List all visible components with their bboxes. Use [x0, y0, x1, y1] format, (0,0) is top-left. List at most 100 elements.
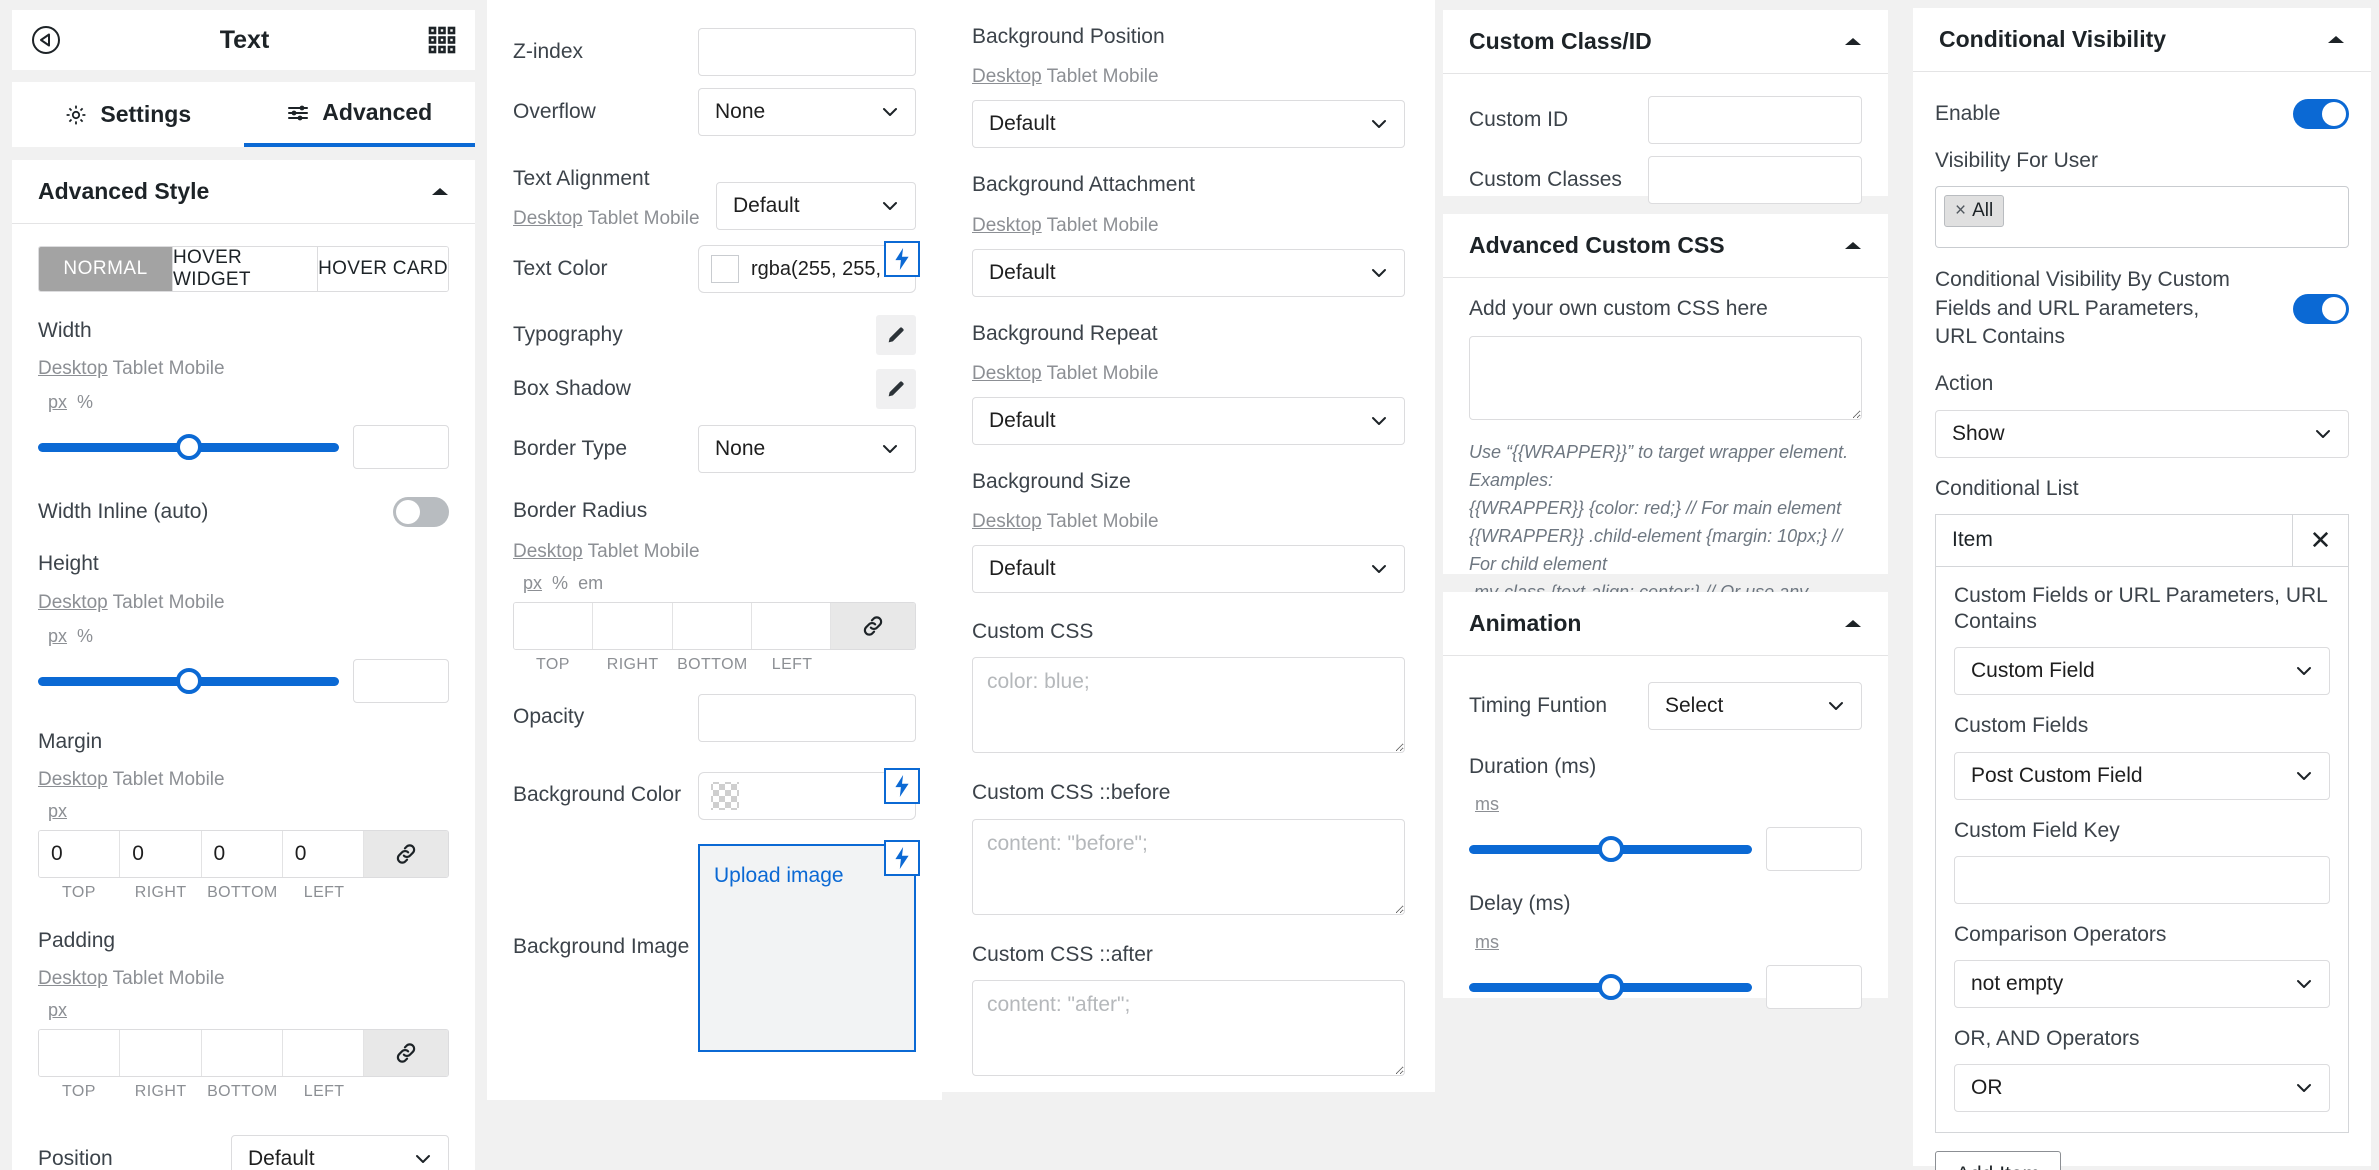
- device-desktop[interactable]: Desktop: [513, 208, 583, 229]
- advanced-style-header[interactable]: Advanced Style: [12, 160, 475, 224]
- device-desktop[interactable]: Desktop: [972, 66, 1042, 87]
- width-slider[interactable]: [38, 434, 339, 461]
- device-desktop[interactable]: Desktop: [972, 511, 1042, 532]
- height-unit-switcher[interactable]: px %: [48, 626, 449, 647]
- advanced-custom-css-textarea[interactable]: [1469, 336, 1862, 421]
- device-mobile[interactable]: Mobile: [644, 208, 700, 229]
- device-tablet[interactable]: Tablet: [588, 208, 639, 229]
- background-image-dynamic-button[interactable]: [884, 839, 920, 876]
- width-unit-percent[interactable]: %: [77, 392, 93, 412]
- border-radius-bottom-input[interactable]: [672, 602, 752, 649]
- close-x-icon[interactable]: ✕: [2292, 514, 2348, 566]
- device-tablet[interactable]: Tablet: [1047, 363, 1098, 384]
- background-repeat-select[interactable]: Default: [972, 396, 1405, 445]
- custom-classes-input[interactable]: [1648, 156, 1862, 204]
- back-arrow-circle-icon[interactable]: [30, 24, 62, 56]
- height-slider[interactable]: [38, 667, 339, 694]
- background-size-device-switcher[interactable]: Desktop Tablet Mobile: [972, 511, 1405, 533]
- add-item-button[interactable]: Add Item: [1935, 1151, 2062, 1170]
- border-radius-right-input[interactable]: [593, 602, 673, 649]
- device-tablet[interactable]: Tablet: [1047, 215, 1098, 236]
- device-desktop[interactable]: Desktop: [38, 769, 108, 790]
- device-mobile[interactable]: Mobile: [644, 541, 700, 562]
- margin-right-input[interactable]: [120, 830, 202, 877]
- device-mobile[interactable]: Mobile: [1103, 215, 1159, 236]
- custom-css-before-textarea[interactable]: [972, 818, 1405, 915]
- chevron-up-icon[interactable]: [431, 186, 449, 198]
- advanced-custom-css-header[interactable]: Advanced Custom CSS: [1443, 214, 1888, 278]
- background-position-select[interactable]: Default: [972, 100, 1405, 149]
- device-mobile[interactable]: Mobile: [169, 968, 225, 989]
- border-radius-unit-em[interactable]: em: [578, 573, 603, 593]
- z-index-input[interactable]: [698, 28, 916, 76]
- border-radius-unit-percent[interactable]: %: [552, 573, 568, 593]
- padding-unit-switcher[interactable]: px: [48, 1000, 449, 1021]
- tab-settings[interactable]: Settings: [12, 82, 244, 147]
- duration-unit-switcher[interactable]: ms: [1475, 794, 1862, 815]
- device-tablet[interactable]: Tablet: [113, 592, 164, 613]
- height-slider-knob[interactable]: [175, 667, 202, 694]
- state-tab-hover-widget[interactable]: HOVER WIDGET: [172, 247, 317, 291]
- custom-css-after-textarea[interactable]: [972, 979, 1405, 1076]
- device-tablet[interactable]: Tablet: [113, 358, 164, 379]
- device-desktop[interactable]: Desktop: [513, 541, 583, 562]
- width-unit-px[interactable]: px: [48, 392, 67, 412]
- action-select[interactable]: Show: [1935, 409, 2349, 458]
- border-radius-link-toggle[interactable]: [831, 602, 915, 649]
- height-value-input[interactable]: [353, 658, 449, 703]
- device-mobile[interactable]: Mobile: [1103, 511, 1159, 532]
- chevron-up-icon[interactable]: [1844, 618, 1862, 630]
- border-radius-unit-px[interactable]: px: [523, 573, 542, 593]
- chevron-up-icon[interactable]: [1844, 240, 1862, 252]
- device-mobile[interactable]: Mobile: [169, 358, 225, 379]
- height-unit-px[interactable]: px: [48, 626, 67, 646]
- delay-slider[interactable]: [1469, 973, 1752, 1000]
- device-desktop[interactable]: Desktop: [972, 215, 1042, 236]
- enable-toggle[interactable]: [2293, 99, 2349, 129]
- padding-device-switcher[interactable]: Desktop Tablet Mobile: [38, 968, 449, 990]
- state-tab-normal[interactable]: NORMAL: [39, 247, 172, 291]
- timing-function-select[interactable]: Select: [1648, 682, 1862, 730]
- margin-top-input[interactable]: [39, 830, 121, 877]
- device-tablet[interactable]: Tablet: [113, 769, 164, 790]
- delay-unit-ms[interactable]: ms: [1475, 932, 1499, 952]
- custom-css-textarea[interactable]: [972, 657, 1405, 754]
- conditional-visibility-header[interactable]: Conditional Visibility: [1913, 8, 2371, 72]
- background-position-device-switcher[interactable]: Desktop Tablet Mobile: [972, 66, 1405, 88]
- device-tablet[interactable]: Tablet: [1047, 511, 1098, 532]
- device-mobile[interactable]: Mobile: [169, 592, 225, 613]
- background-attachment-select[interactable]: Default: [972, 248, 1405, 297]
- device-desktop[interactable]: Desktop: [38, 358, 108, 379]
- opacity-input[interactable]: [698, 693, 916, 742]
- device-desktop[interactable]: Desktop: [38, 592, 108, 613]
- border-radius-top-input[interactable]: [514, 602, 594, 649]
- delay-value-input[interactable]: [1766, 964, 1862, 1009]
- width-inline-toggle[interactable]: [393, 497, 449, 528]
- text-alignment-select[interactable]: Default: [716, 182, 916, 231]
- tab-advanced[interactable]: Advanced: [243, 82, 475, 147]
- text-color-dynamic-button[interactable]: [884, 241, 920, 278]
- margin-bottom-input[interactable]: [201, 830, 283, 877]
- padding-left-input[interactable]: [282, 1030, 364, 1076]
- background-color-dynamic-button[interactable]: [884, 767, 920, 804]
- tag-remove-icon[interactable]: ×: [1955, 200, 1966, 222]
- state-tab-hover-card[interactable]: HOVER CARD: [317, 247, 448, 291]
- transparent-checker-icon[interactable]: [711, 781, 739, 810]
- logic-operators-select[interactable]: OR: [1954, 1064, 2330, 1113]
- padding-link-toggle[interactable]: [364, 1030, 448, 1076]
- custom-class-id-header[interactable]: Custom Class/ID: [1443, 10, 1888, 74]
- box-shadow-edit-button[interactable]: [876, 369, 916, 410]
- conditional-item-title[interactable]: Item: [1936, 528, 2292, 552]
- margin-device-switcher[interactable]: Desktop Tablet Mobile: [38, 769, 449, 791]
- delay-slider-knob[interactable]: [1597, 973, 1624, 1000]
- color-swatch-icon[interactable]: [711, 255, 739, 284]
- duration-slider[interactable]: [1469, 836, 1752, 863]
- device-mobile[interactable]: Mobile: [1103, 363, 1159, 384]
- border-radius-unit-switcher[interactable]: px % em: [523, 573, 916, 594]
- animation-header[interactable]: Animation: [1443, 592, 1888, 656]
- tag-all[interactable]: × All: [1944, 195, 2005, 228]
- border-type-select[interactable]: None: [698, 425, 916, 474]
- duration-unit-ms[interactable]: ms: [1475, 794, 1499, 814]
- width-value-input[interactable]: [353, 425, 449, 470]
- chevron-up-icon[interactable]: [1844, 36, 1862, 48]
